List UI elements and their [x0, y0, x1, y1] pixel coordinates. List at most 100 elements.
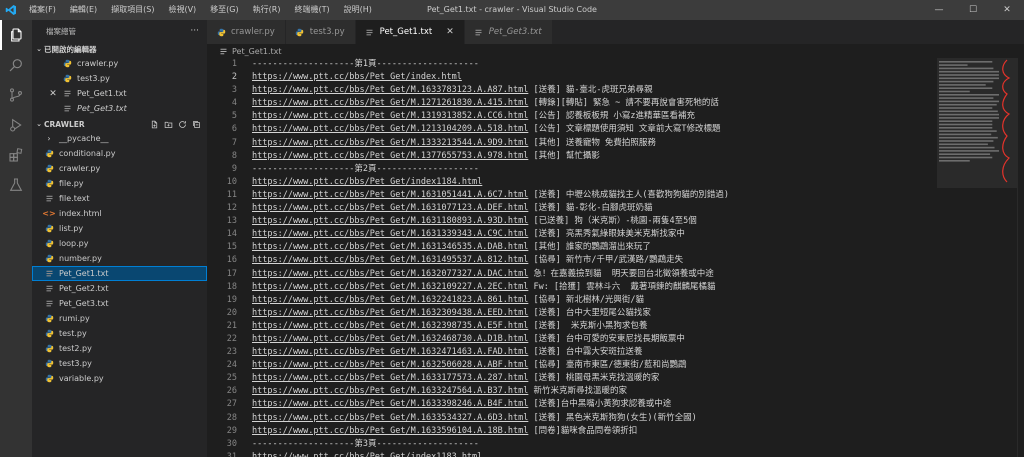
line-text: [轉錄][轉貼] 緊急 ~ 請不要再說會害死牠的話	[528, 98, 719, 109]
close-window-button[interactable]: ✕	[990, 0, 1024, 20]
file-item[interactable]: conditional.py	[32, 146, 207, 161]
file-item[interactable]: test.py	[32, 326, 207, 341]
file-item[interactable]: rumi.py	[32, 311, 207, 326]
url-link[interactable]: https://www.ptt.cc/bbs/Pet_Get/M.1631077…	[252, 203, 528, 213]
url-link[interactable]: https://www.ptt.cc/bbs/Pet_Get/M.1213104…	[252, 124, 528, 134]
close-tab-icon[interactable]: ✕	[446, 27, 454, 37]
url-link[interactable]: https://www.ptt.cc/bbs/Pet_Get/M.1271261…	[252, 98, 528, 108]
menu-item-5[interactable]: 執行(R)	[246, 0, 288, 20]
url-link[interactable]: https://www.ptt.cc/bbs/Pet_Get/M.1632468…	[252, 334, 528, 344]
line-text: [協尋] 新北樹林/光興街/貓	[528, 294, 645, 305]
open-editors-section[interactable]: ⌄ 已開啟的編輯器	[32, 42, 207, 56]
code-line: 23 https://www.ptt.cc/bbs/Pet_Get/M.16324…	[207, 346, 937, 359]
menu-item-1[interactable]: 編輯(E)	[63, 0, 104, 20]
url-link[interactable]: https://www.ptt.cc/bbs/Pet_Get/M.1631346…	[252, 242, 528, 252]
minimap-line	[939, 87, 993, 89]
url-link[interactable]: https://www.ptt.cc/bbs/Pet_Get/M.1631051…	[252, 190, 528, 200]
file-item[interactable]: test3.py	[32, 356, 207, 371]
url-link[interactable]: https://www.ptt.cc/bbs/Pet_Get/M.1632471…	[252, 347, 528, 357]
code-line: 16 https://www.ptt.cc/bbs/Pet_Get/M.16314…	[207, 254, 937, 267]
folder-item[interactable]: › __pycache__	[32, 131, 207, 146]
line-number: 3	[231, 85, 237, 96]
url-link[interactable]: https://www.ptt.cc/bbs/Pet_Get/M.1632077…	[252, 269, 528, 279]
url-link[interactable]: https://www.ptt.cc/bbs/Pet_Get/M.1633596…	[252, 426, 528, 436]
url-link[interactable]: https://www.ptt.cc/bbs/Pet_Get/M.1631180…	[252, 216, 528, 226]
url-link[interactable]: https://www.ptt.cc/bbs/Pet_Get/M.1632241…	[252, 295, 528, 305]
menu-item-6[interactable]: 終端機(T)	[287, 0, 336, 20]
close-icon[interactable]: ✕	[46, 89, 60, 99]
url-link[interactable]: https://www.ptt.cc/bbs/Pet_Get/M.1632398…	[252, 321, 528, 331]
breadcrumb-file[interactable]: Pet_Get1.txt	[232, 47, 282, 56]
line-text: Fw: [拾獲] 雲林斗六 戴著項鍊的麒麟尾橘貓	[528, 281, 716, 292]
file-item[interactable]: Pet_Get2.txt	[32, 281, 207, 296]
code-line: 27 https://www.ptt.cc/bbs/Pet_Get/M.16333…	[207, 398, 937, 411]
file-item[interactable]: Pet_Get3.txt	[32, 296, 207, 311]
editor-tab[interactable]: Pet_Get1.txt ✕	[355, 20, 465, 44]
more-actions-icon[interactable]: ···	[190, 26, 199, 36]
editor-tab[interactable]: test3.py	[285, 20, 356, 44]
run-debug-icon[interactable]	[0, 110, 32, 140]
menu-item-7[interactable]: 說明(H)	[337, 0, 379, 20]
explorer-icon[interactable]	[0, 20, 32, 50]
refresh-icon[interactable]	[178, 120, 187, 129]
minimap-line	[939, 150, 999, 152]
file-item[interactable]: variable.py	[32, 371, 207, 386]
code-editor[interactable]: 1 --------------------第1頁----------------…	[207, 58, 937, 457]
file-item[interactable]: Pet_Get1.txt	[32, 266, 207, 281]
source-control-icon[interactable]	[0, 80, 32, 110]
editor-tab[interactable]: Pet_Get3.txt	[464, 20, 553, 44]
minimize-button[interactable]: —	[922, 0, 956, 20]
line-content: https://www.ptt.cc/bbs/Pet_Get/M.1631495…	[237, 254, 683, 267]
url-link[interactable]: https://www.ptt.cc/bbs/Pet_Get/M.1633534…	[252, 413, 528, 423]
new-folder-icon[interactable]	[164, 120, 173, 129]
extensions-icon[interactable]	[0, 140, 32, 170]
collapse-all-icon[interactable]	[192, 120, 201, 129]
maximize-button[interactable]: ☐	[956, 0, 990, 20]
url-link[interactable]: https://www.ptt.cc/bbs/Pet_Get/index.htm…	[252, 72, 462, 82]
file-item[interactable]: file.py	[32, 176, 207, 191]
file-item[interactable]: number.py	[32, 251, 207, 266]
search-icon[interactable]	[0, 50, 32, 80]
menu-item-4[interactable]: 移至(G)	[203, 0, 245, 20]
open-editor-item[interactable]: Pet_Get3.txt	[32, 101, 207, 116]
open-editor-item[interactable]: crawler.py	[32, 56, 207, 71]
file-item[interactable]: loop.py	[32, 236, 207, 251]
vertical-scrollbar[interactable]	[1017, 58, 1024, 457]
open-editor-item[interactable]: ✕ Pet_Get1.txt	[32, 86, 207, 101]
url-link[interactable]: https://www.ptt.cc/bbs/Pet_Get/M.1632506…	[252, 360, 528, 370]
python-file-icon	[42, 149, 56, 158]
file-item[interactable]: list.py	[32, 221, 207, 236]
testing-flask-icon[interactable]	[0, 170, 32, 200]
open-editor-label: crawler.py	[77, 59, 119, 68]
new-file-icon[interactable]	[150, 120, 159, 129]
url-link[interactable]: https://www.ptt.cc/bbs/Pet_Get/M.1631495…	[252, 255, 528, 265]
code-line: 5 https://www.ptt.cc/bbs/Pet_Get/M.131931…	[207, 110, 937, 123]
file-item[interactable]: <> index.html	[32, 206, 207, 221]
url-link[interactable]: https://www.ptt.cc/bbs/Pet_Get/M.1633247…	[252, 386, 528, 396]
minimap[interactable]	[937, 58, 1017, 457]
file-item[interactable]: file.text	[32, 191, 207, 206]
url-link[interactable]: https://www.ptt.cc/bbs/Pet_Get/M.1633398…	[252, 399, 528, 409]
url-link[interactable]: https://www.ptt.cc/bbs/Pet_Get/index1183…	[252, 452, 482, 457]
url-link[interactable]: https://www.ptt.cc/bbs/Pet_Get/M.1333213…	[252, 138, 528, 148]
url-link[interactable]: https://www.ptt.cc/bbs/Pet_Get/M.1319313…	[252, 111, 528, 121]
open-editor-item[interactable]: test3.py	[32, 71, 207, 86]
menu-item-0[interactable]: 檔案(F)	[22, 0, 63, 20]
url-link[interactable]: https://www.ptt.cc/bbs/Pet_Get/index1184…	[252, 177, 482, 187]
line-text: [送養] 台中可愛的安東尼找長期飯票中	[528, 333, 685, 344]
code-line: 8 https://www.ptt.cc/bbs/Pet_Get/M.137765…	[207, 150, 937, 163]
line-number: 9	[231, 163, 237, 174]
folder-section[interactable]: ⌄ CRAWLER	[32, 117, 207, 131]
url-link[interactable]: https://www.ptt.cc/bbs/Pet_Get/M.1633177…	[252, 373, 528, 383]
menu-item-2[interactable]: 擷取項目(S)	[104, 0, 161, 20]
url-link[interactable]: https://www.ptt.cc/bbs/Pet_Get/M.1632109…	[252, 282, 528, 292]
url-link[interactable]: https://www.ptt.cc/bbs/Pet_Get/M.1631339…	[252, 229, 528, 239]
url-link[interactable]: https://www.ptt.cc/bbs/Pet_Get/M.1633783…	[252, 85, 528, 95]
menu-item-3[interactable]: 檢視(V)	[161, 0, 203, 20]
url-link[interactable]: https://www.ptt.cc/bbs/Pet_Get/M.1377655…	[252, 151, 528, 161]
url-link[interactable]: https://www.ptt.cc/bbs/Pet_Get/M.1632309…	[252, 308, 528, 318]
file-item[interactable]: test2.py	[32, 341, 207, 356]
line-number: 31	[226, 451, 237, 457]
editor-tab[interactable]: crawler.py	[207, 20, 286, 44]
file-item[interactable]: crawler.py	[32, 161, 207, 176]
